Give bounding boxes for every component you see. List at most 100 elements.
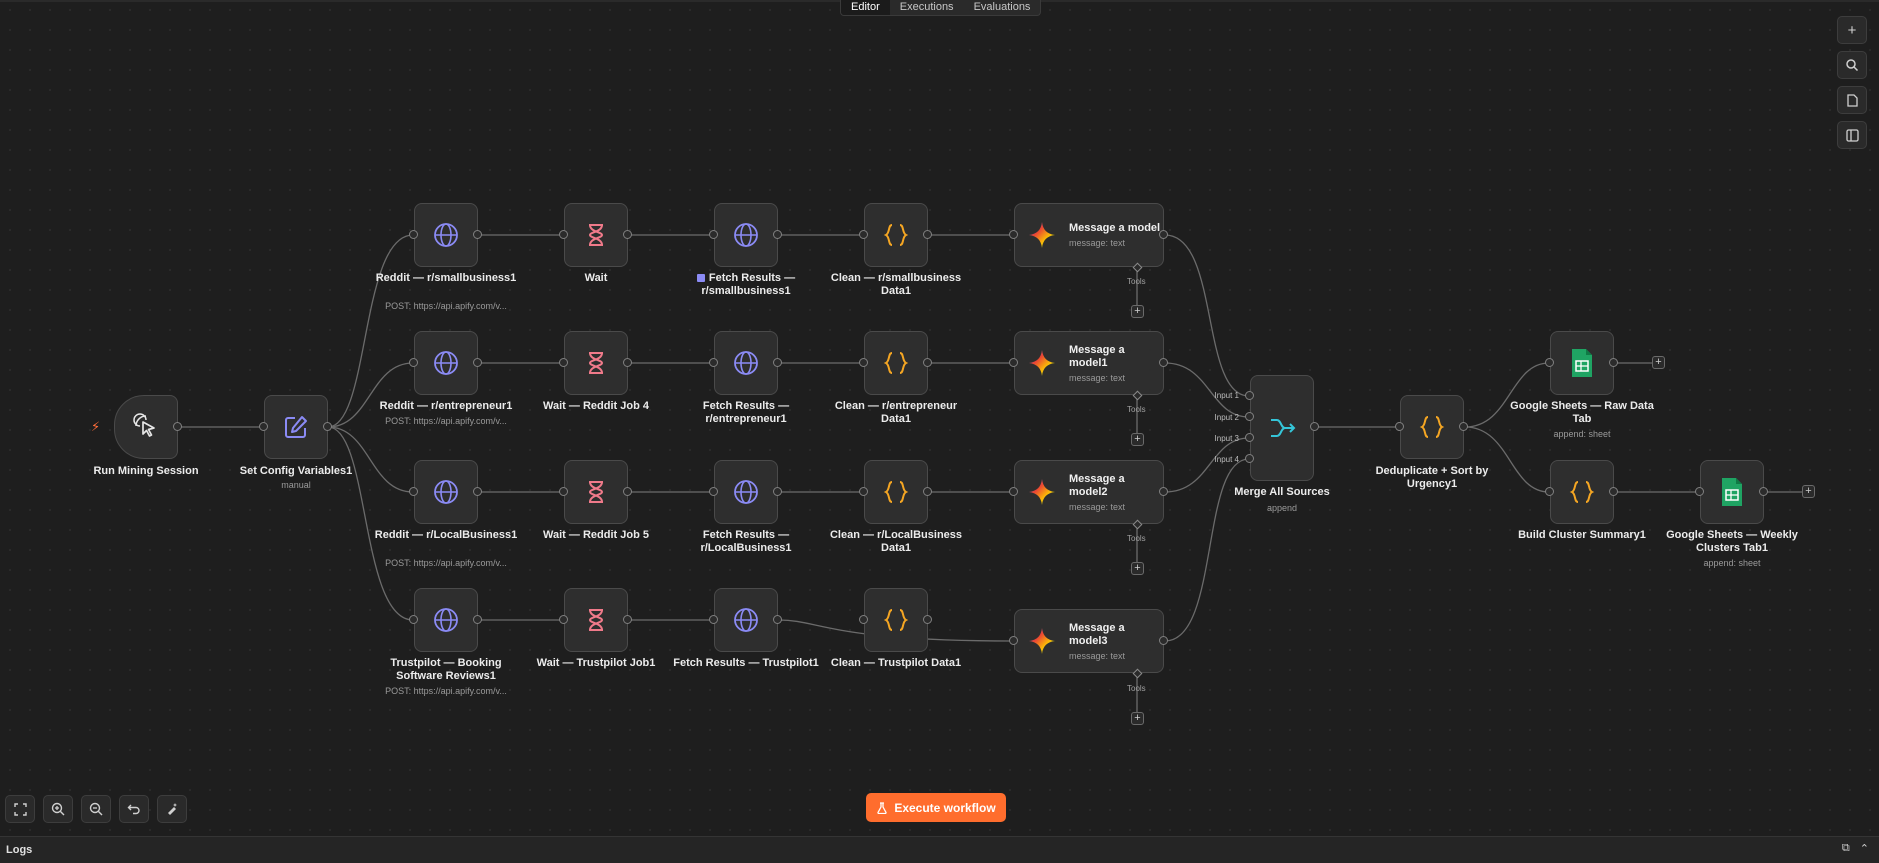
node-wait[interactable] [564,203,628,267]
output-port[interactable] [1759,487,1768,496]
output-port[interactable] [1159,636,1168,645]
node-reddit-smallbusiness[interactable] [414,203,478,267]
node-run-mining-session[interactable] [114,395,178,459]
input-port[interactable] [859,358,868,367]
input-port[interactable] [559,487,568,496]
add-tool-button[interactable]: + [1131,562,1144,575]
input-port[interactable] [1545,487,1554,496]
node-wait-reddit-job-5[interactable] [564,460,628,524]
output-port[interactable] [1609,358,1618,367]
node-clean-trustpilot[interactable] [864,588,928,652]
node-clean-localbusiness[interactable] [864,460,928,524]
node-fetch-entrepreneur[interactable] [714,331,778,395]
undo-button[interactable] [119,795,149,823]
input-port[interactable] [1009,636,1018,645]
output-port[interactable] [923,358,932,367]
output-port[interactable] [323,422,332,431]
node-message-model2[interactable]: Message a model2 message: text [1014,460,1164,524]
input-port[interactable] [1009,230,1018,239]
node-message-model3[interactable]: Message a model3 message: text [1014,609,1164,673]
execute-workflow-button[interactable]: Execute workflow [866,793,1006,822]
output-port[interactable] [923,487,932,496]
input-port[interactable] [559,230,568,239]
node-message-model1[interactable]: Message a model1 message: text [1014,331,1164,395]
node-google-sheets-raw[interactable] [1550,331,1614,395]
output-port[interactable] [1159,487,1168,496]
node-reddit-entrepreneur[interactable] [414,331,478,395]
input-port[interactable] [559,358,568,367]
node-fetch-localbusiness[interactable] [714,460,778,524]
output-port[interactable] [623,487,632,496]
input-port[interactable] [709,487,718,496]
zoom-in-button[interactable] [43,795,73,823]
output-port[interactable] [623,230,632,239]
logs-panel[interactable]: Logs ⧉ ⌃ [0,836,1879,863]
output-port[interactable] [173,422,182,431]
input-port[interactable] [409,487,418,496]
input-port-3[interactable] [1245,433,1254,442]
node-trustpilot-reviews[interactable] [414,588,478,652]
output-port[interactable] [1159,358,1168,367]
output-port[interactable] [1459,422,1468,431]
chevron-up-icon[interactable]: ⌃ [1860,842,1869,855]
zoom-out-button[interactable] [81,795,111,823]
output-port[interactable] [923,230,932,239]
node-set-config-variables[interactable] [264,395,328,459]
node-reddit-localbusiness[interactable] [414,460,478,524]
open-logs-icon[interactable]: ⧉ [1842,842,1850,855]
output-port[interactable] [773,230,782,239]
output-port[interactable] [1310,422,1319,431]
tools-label: Tools [1127,277,1146,286]
zoom-out-icon [89,802,103,816]
output-port[interactable] [773,487,782,496]
input-port-1[interactable] [1245,391,1254,400]
input-port[interactable] [859,615,868,624]
output-port[interactable] [473,230,482,239]
input-port[interactable] [709,358,718,367]
node-clean-smallbusiness[interactable] [864,203,928,267]
add-tool-button[interactable]: + [1131,305,1144,318]
output-port[interactable] [773,358,782,367]
input-port[interactable] [409,230,418,239]
node-fetch-trustpilot[interactable] [714,588,778,652]
fit-view-button[interactable] [5,795,35,823]
add-next-node-button[interactable]: + [1802,485,1815,498]
input-port[interactable] [709,615,718,624]
input-port-4[interactable] [1245,454,1254,463]
output-port[interactable] [623,358,632,367]
output-port[interactable] [473,487,482,496]
output-port[interactable] [1609,487,1618,496]
node-message-model[interactable]: Message a model message: text [1014,203,1164,267]
add-tool-button[interactable]: + [1131,433,1144,446]
node-build-cluster-summary[interactable] [1550,460,1614,524]
input-port[interactable] [709,230,718,239]
tidy-up-button[interactable] [157,795,187,823]
node-google-sheets-weekly[interactable] [1700,460,1764,524]
node-wait-trustpilot-job[interactable] [564,588,628,652]
input-port[interactable] [859,230,868,239]
input-port[interactable] [1009,487,1018,496]
input-port[interactable] [259,422,268,431]
node-fetch-smallbusiness[interactable] [714,203,778,267]
output-port[interactable] [473,615,482,624]
input-port[interactable] [409,358,418,367]
output-port[interactable] [923,615,932,624]
node-wait-reddit-job-4[interactable] [564,331,628,395]
output-port[interactable] [1159,230,1168,239]
output-port[interactable] [473,358,482,367]
input-port-2[interactable] [1245,412,1254,421]
add-tool-button[interactable]: + [1131,712,1144,725]
input-port[interactable] [1009,358,1018,367]
input-port[interactable] [1395,422,1404,431]
input-port[interactable] [409,615,418,624]
node-merge-all-sources[interactable] [1250,375,1314,481]
input-port[interactable] [559,615,568,624]
node-clean-entrepreneur[interactable] [864,331,928,395]
output-port[interactable] [773,615,782,624]
node-deduplicate-sort[interactable] [1400,395,1464,459]
output-port[interactable] [623,615,632,624]
input-port[interactable] [1545,358,1554,367]
input-port[interactable] [1695,487,1704,496]
add-next-node-button[interactable]: + [1652,356,1665,369]
input-port[interactable] [859,487,868,496]
